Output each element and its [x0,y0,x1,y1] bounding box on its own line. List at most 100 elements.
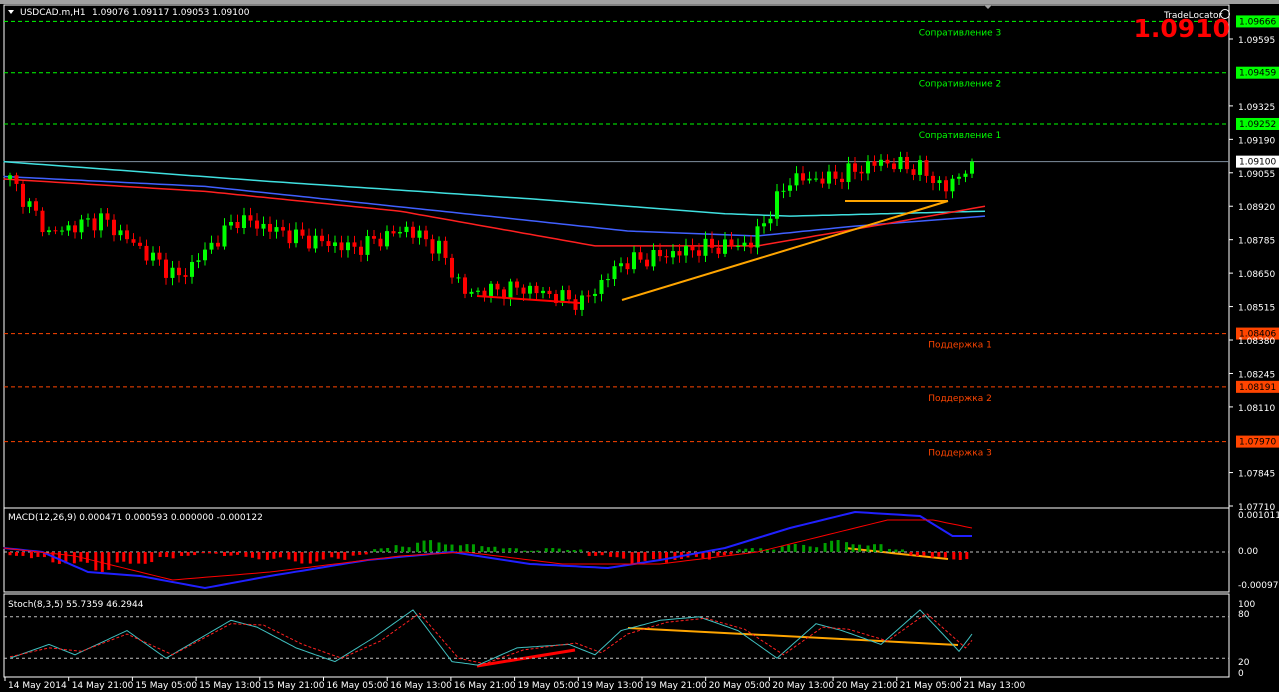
level-price: 1.08191 [1239,383,1276,393]
macd-histogram-bar [128,552,132,564]
macd-histogram-bar [744,548,748,552]
price-tick: 1.08920 [1238,203,1275,213]
dropdown-arrow-icon[interactable] [8,10,14,14]
candle [430,234,435,261]
macd-histogram-bar [416,542,420,552]
candle [716,240,721,259]
macd-histogram-bar [214,552,218,554]
chart-window: Сопративление 3 1.09666 Сопративление 2 1.0… [0,0,1279,692]
candle [313,228,318,253]
macd-histogram-bar [115,552,119,563]
time-tick: 20 May 05:00 [709,681,771,691]
candle [723,232,727,257]
macd-histogram-bar [536,550,540,552]
candle [99,208,103,238]
candle [469,288,474,297]
candle [671,244,675,265]
macd-histogram-bar [315,552,319,562]
macd-histogram-bar [930,552,934,558]
macd-histogram-bar [952,552,956,560]
macd-histogram-bar [379,548,383,552]
time-tick: 19 May 13:00 [581,681,643,691]
candle [801,166,805,185]
candle [333,235,337,253]
ma-cyan-line [3,160,986,217]
macd-histogram-bar [180,552,184,556]
shift-marker-icon[interactable] [984,5,992,9]
macd-tick: -0.00097 [1238,581,1278,591]
macd-histogram-bar [308,552,312,564]
level-label: Поддержка 3 [928,449,992,459]
candle [261,216,266,237]
time-tick: 15 May 05:00 [135,681,197,691]
macd-histogram-bar [866,545,870,552]
big-price: 1.0910 [1134,14,1230,43]
macd-histogram-bar [223,552,226,556]
candle [586,290,591,303]
macd-histogram-bar [900,549,904,552]
candle [515,278,519,296]
macd-histogram-bar [566,549,570,552]
candle [463,273,467,299]
ma-red-line [3,178,986,247]
candle [21,181,25,214]
macd-histogram-bar [609,552,613,557]
candle [775,183,779,227]
macd-histogram-bar [265,552,269,560]
level-label: Сопративление 2 [919,80,1001,90]
candle [222,218,227,250]
candle [931,171,935,191]
macd-histogram-bar [508,548,512,552]
candle [495,281,500,296]
candle [352,235,357,255]
candle [508,278,513,306]
macd-histogram-bar [529,550,533,552]
macd-histogram-bar [716,552,720,556]
macd-histogram-bar [437,542,441,552]
macd-histogram-bar [737,549,741,552]
chart-canvas[interactable]: Сопративление 3 1.09666 Сопративление 2 1.0… [0,4,1279,692]
macd-histogram-bar [193,552,197,556]
macd-histogram-bar [450,544,454,552]
macd-histogram-bar [879,544,883,552]
candle [736,238,740,251]
time-tick: 19 May 05:00 [518,681,580,691]
candle [632,246,636,274]
macd-histogram-bar [158,552,162,557]
macd-histogram-bar [444,544,447,552]
macd-histogram-bar [793,544,797,552]
candle [924,155,929,183]
candle [112,214,116,242]
price-tick: 1.08515 [1238,304,1275,314]
candle [177,260,181,283]
price-tick: 1.09325 [1238,103,1275,113]
macd-histogram-bar [772,549,776,552]
candle [92,213,97,238]
candle [651,243,656,271]
candle [326,234,331,253]
macd-histogram-bar [622,552,626,559]
candle [872,155,877,173]
candle [190,254,194,284]
stoch-label: Stoch(8,3,5) 55.7359 46.2944 [8,600,144,610]
candle [151,246,155,266]
candle [749,235,753,254]
candle [827,164,831,189]
macd-histogram-bar [486,547,490,552]
macd-label: MACD(12,26,9) 0.000471 0.000593 0.000000… [8,513,263,523]
macd-histogram-bar [336,552,340,559]
candle [216,235,220,250]
candle [762,215,766,234]
macd-histogram-bar [551,548,555,552]
candle [703,231,708,263]
level-price: 1.07970 [1239,438,1276,448]
macd-histogram-bar [72,552,76,564]
candle [885,154,890,168]
symbol-label: USDCAD.m,H1 [20,8,86,18]
price-tick: 1.09190 [1238,136,1275,146]
macd-histogram-bar [637,552,641,564]
stoch-trendline[interactable] [627,627,959,646]
stoch-tick: 80 [1238,610,1250,620]
candle [385,225,389,250]
trendline[interactable] [476,295,581,304]
